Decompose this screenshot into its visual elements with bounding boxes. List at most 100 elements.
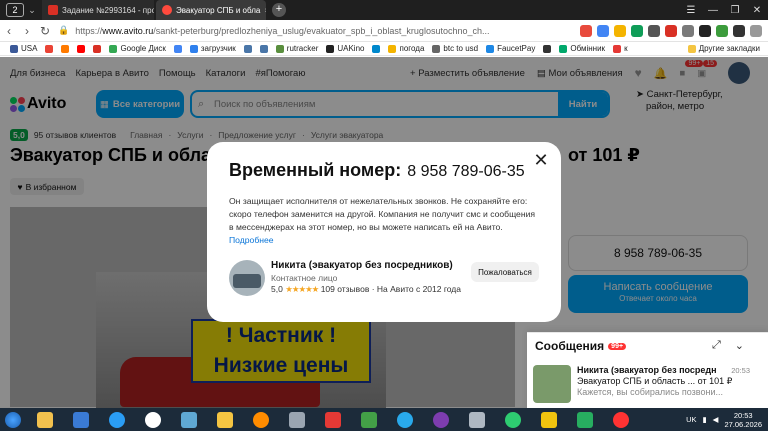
bookmark[interactable]: FaucetPay [486, 44, 535, 53]
taskbar-app[interactable] [280, 409, 314, 431]
breadcrumb-item[interactable]: Предложение услуг [218, 130, 296, 140]
extension-icon[interactable] [631, 24, 643, 37]
taskbar-app[interactable] [460, 409, 494, 431]
taskbar-app[interactable] [208, 409, 242, 431]
close-icon[interactable]: ✕ [531, 150, 551, 170]
bookmark[interactable] [93, 44, 102, 53]
taskbar-app[interactable] [532, 409, 566, 431]
bookmark[interactable] [372, 44, 381, 53]
forward-icon[interactable]: › [18, 24, 36, 38]
bookmark[interactable]: Обмінник [559, 44, 605, 53]
search-button[interactable]: Найти [558, 92, 608, 116]
seller-reviews[interactable]: 109 отзывов [321, 284, 370, 294]
expand-icon[interactable]: ⤢ [712, 339, 721, 352]
modal-phone[interactable]: 8 958 789-06-35 [407, 163, 524, 181]
extension-icon[interactable] [665, 24, 677, 37]
help-tag-link[interactable]: #яПомогаю [255, 68, 305, 79]
taskbar-app[interactable] [244, 409, 278, 431]
taskbar-app[interactable] [100, 409, 134, 431]
reviews-link[interactable]: 95 отзывов клиентов [34, 130, 116, 140]
tab-counter[interactable]: 2 [6, 3, 24, 17]
start-button[interactable] [0, 408, 26, 431]
taskbar-app[interactable] [136, 409, 170, 431]
extension-icon[interactable] [614, 24, 626, 37]
cart-icon[interactable]: ▣ 15 [697, 59, 717, 79]
taskbar-app[interactable] [352, 409, 386, 431]
extension-icon[interactable] [682, 24, 694, 37]
more-link[interactable]: Подробнее [229, 235, 274, 245]
post-ad-link[interactable]: + Разместить объявление [410, 68, 525, 79]
bookmark[interactable] [61, 44, 70, 53]
taskbar-app[interactable] [64, 409, 98, 431]
close-window-icon[interactable]: ✕ [746, 5, 768, 16]
bookmarks-menu-icon[interactable]: ☰ [680, 5, 702, 16]
bookmark[interactable]: rutracker [275, 44, 318, 53]
language-indicator[interactable]: UK [686, 415, 696, 424]
heart-icon[interactable]: ♥ [635, 66, 642, 80]
chat-icon[interactable]: ■ 99+ [679, 59, 704, 79]
maximize-icon[interactable]: ❐ [724, 5, 746, 16]
favorite-button[interactable]: ♥ В избранном [10, 178, 84, 195]
all-categories-button[interactable]: ▦ Все категории [96, 90, 184, 118]
tab-close-icon[interactable]: × [260, 6, 266, 15]
seller-avatar[interactable] [229, 260, 265, 296]
bookmark[interactable] [173, 44, 182, 53]
phone-card[interactable]: 8 958 789-06-35 [568, 235, 748, 271]
breadcrumb-item[interactable]: Услуги эвакуатора [311, 130, 383, 140]
search-field[interactable]: ⌕ Поиск по объявлениям Найти [190, 90, 610, 118]
taskbar-app[interactable] [604, 409, 638, 431]
catalogs-link[interactable]: Каталоги [206, 68, 246, 79]
taskbar-app[interactable] [388, 409, 422, 431]
browser-tab[interactable]: Задание №2993164 - про [42, 0, 154, 20]
city-selector[interactable]: ➤ Санкт-Петербург, район, метро [636, 89, 723, 113]
taskbar-app[interactable] [172, 409, 206, 431]
chat-thumbnail[interactable] [533, 365, 571, 403]
bookmark[interactable] [77, 44, 86, 53]
write-message-button[interactable]: Написать сообщение Отвечает около часа [568, 275, 748, 313]
reload-icon[interactable]: ↻ [36, 24, 54, 38]
avatar[interactable] [728, 62, 751, 84]
extension-icon[interactable] [733, 24, 745, 37]
network-icon[interactable]: ▮ [703, 415, 707, 424]
volume-icon[interactable]: ◀ [713, 415, 719, 424]
bookmark[interactable] [243, 44, 252, 53]
bookmark[interactable]: btc to usd [432, 44, 478, 53]
report-button[interactable]: Пожаловаться [471, 262, 539, 282]
taskbar-app[interactable] [28, 409, 62, 431]
taskbar-app[interactable] [568, 409, 602, 431]
url-field[interactable]: 🔒 https://www.avito.ru/sankt-peterburg/p… [58, 23, 490, 39]
bookmark[interactable]: к [613, 44, 628, 53]
menu-icon[interactable] [750, 24, 762, 37]
taskbar-app[interactable] [316, 409, 350, 431]
back-icon[interactable]: ‹ [0, 24, 18, 38]
taskbar-app[interactable] [496, 409, 530, 431]
help-link[interactable]: Помощь [159, 68, 196, 79]
my-ads-link[interactable]: ▤ Мои объявления [537, 68, 623, 79]
bookmark[interactable]: USA [10, 44, 37, 53]
seller-name[interactable]: Никита (эвакуатор без посредников) [271, 260, 453, 271]
bookmark[interactable]: загрузчик [189, 44, 236, 53]
bookmark[interactable] [45, 44, 54, 53]
extension-icon[interactable] [699, 24, 711, 37]
download-icon[interactable] [716, 24, 728, 37]
bookmark[interactable]: погода [388, 44, 424, 53]
extension-icon[interactable] [597, 24, 609, 37]
browser-tab-active[interactable]: Эвакуатор СПБ и обла × [156, 0, 266, 20]
bookmark[interactable] [543, 44, 552, 53]
extension-icon[interactable] [580, 24, 592, 37]
tab-menu-icon[interactable]: ⌄ [24, 5, 40, 16]
other-bookmarks[interactable]: Другие закладки [687, 44, 760, 53]
avito-logo[interactable]: Avito [10, 95, 66, 113]
taskbar-app[interactable] [424, 409, 458, 431]
bell-icon[interactable]: 🔔 [654, 67, 668, 80]
chevron-down-icon[interactable]: ⌄ [735, 339, 744, 352]
extension-icon[interactable] [648, 24, 660, 37]
for-business-link[interactable]: Для бизнеса [10, 68, 65, 79]
career-link[interactable]: Карьера в Авито [75, 68, 148, 79]
new-tab-icon[interactable]: + [272, 3, 286, 17]
bookmark[interactable]: UAKino [326, 44, 364, 53]
breadcrumb-item[interactable]: Услуги [177, 130, 203, 140]
bookmark[interactable] [259, 44, 268, 53]
clock[interactable]: 20:53 27.06.2026 [724, 411, 762, 429]
bookmark[interactable]: Google Диск [109, 44, 166, 53]
